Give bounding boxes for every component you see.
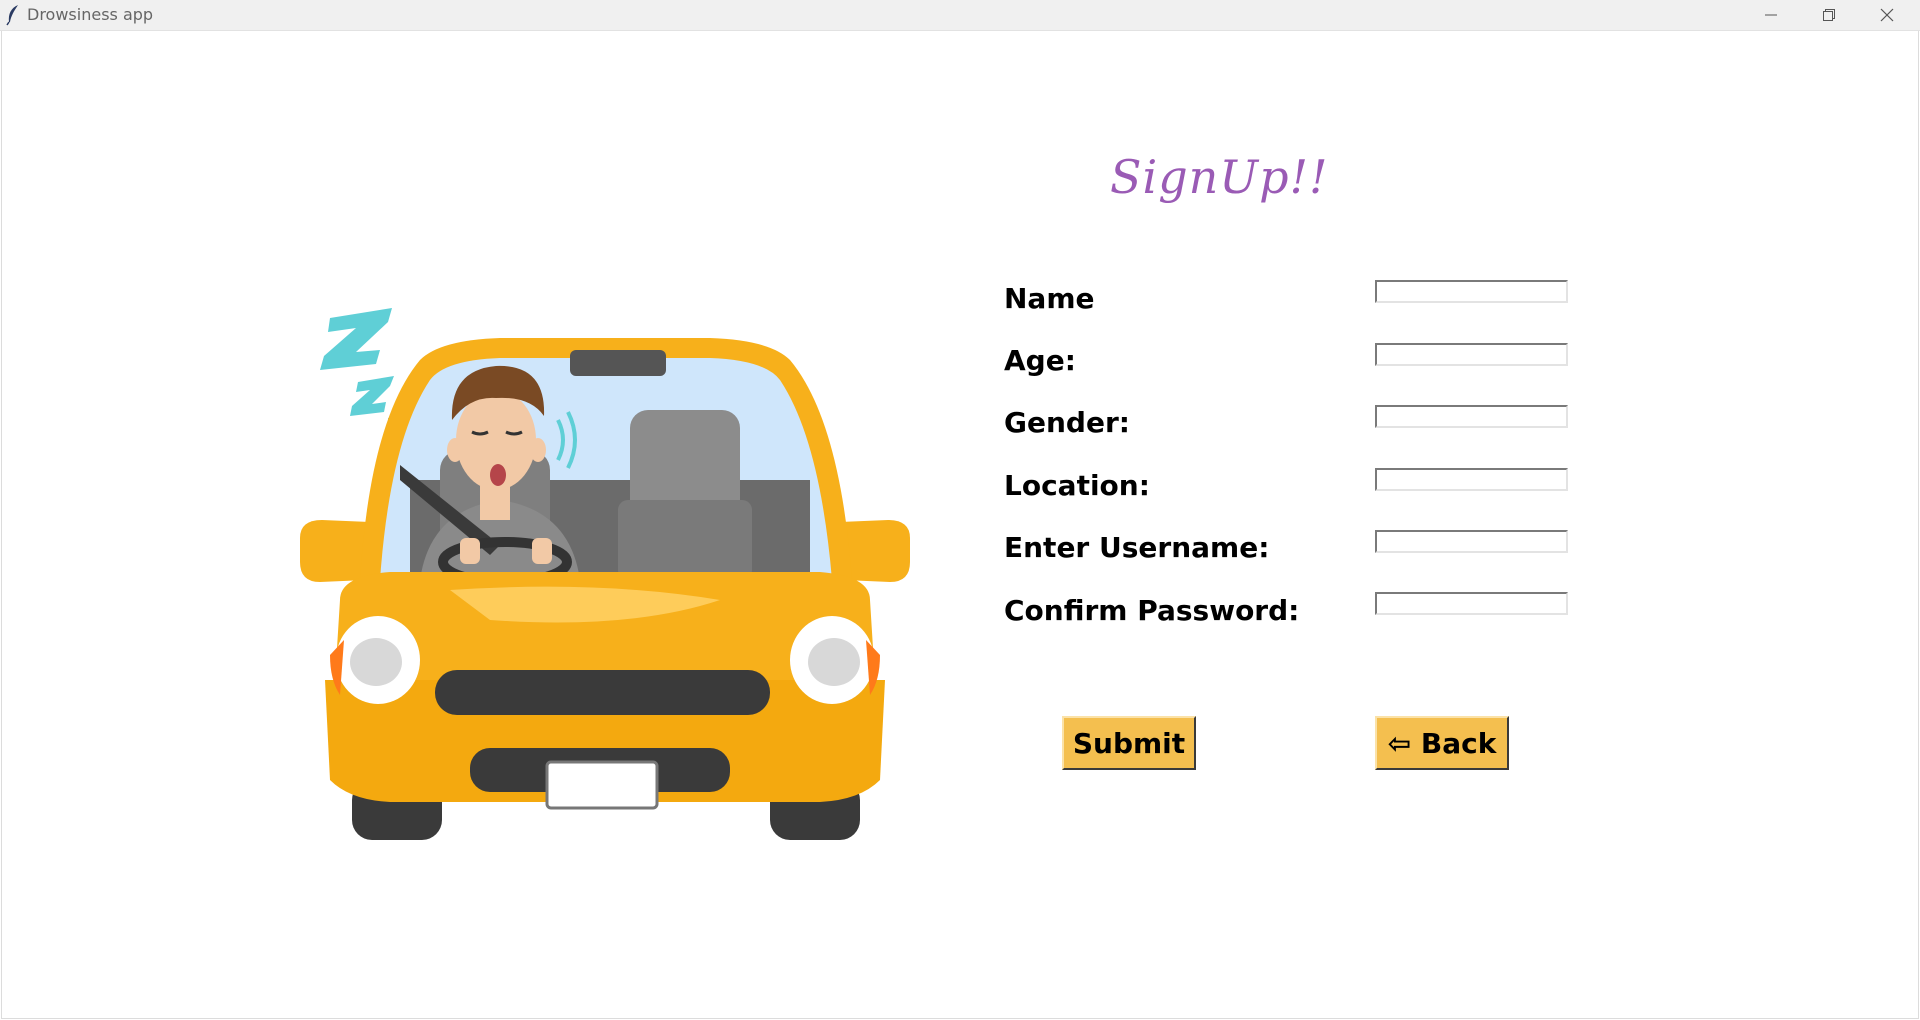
close-button[interactable] — [1858, 0, 1916, 30]
signup-heading: SignUp!! — [1110, 150, 1329, 204]
minimize-button[interactable] — [1742, 0, 1800, 30]
username-input[interactable] — [1375, 530, 1568, 553]
name-input[interactable] — [1375, 280, 1568, 303]
close-icon — [1880, 8, 1894, 22]
gender-input[interactable] — [1375, 405, 1568, 428]
submit-button[interactable]: Submit — [1062, 716, 1196, 770]
window-content — [1, 31, 1919, 1019]
age-label: Age: — [1004, 344, 1076, 377]
name-label: Name — [1004, 282, 1095, 315]
location-input[interactable] — [1375, 468, 1568, 491]
confirm-password-label: Confirm Password: — [1004, 594, 1300, 627]
title-bar: Drowsiness app — [0, 0, 1920, 31]
confirm-password-input[interactable] — [1375, 592, 1568, 615]
location-label: Location: — [1004, 469, 1150, 502]
back-button[interactable]: ⇦ Back — [1375, 716, 1509, 770]
drowsy-driver-car-illustration — [300, 308, 910, 840]
window-title: Drowsiness app — [27, 5, 154, 24]
gender-label: Gender: — [1004, 406, 1130, 439]
age-input[interactable] — [1375, 343, 1568, 366]
username-label: Enter Username: — [1004, 531, 1270, 564]
minimize-icon — [1765, 14, 1777, 16]
feather-icon — [5, 4, 21, 26]
restore-button[interactable] — [1800, 0, 1858, 30]
restore-icon — [1823, 9, 1835, 21]
